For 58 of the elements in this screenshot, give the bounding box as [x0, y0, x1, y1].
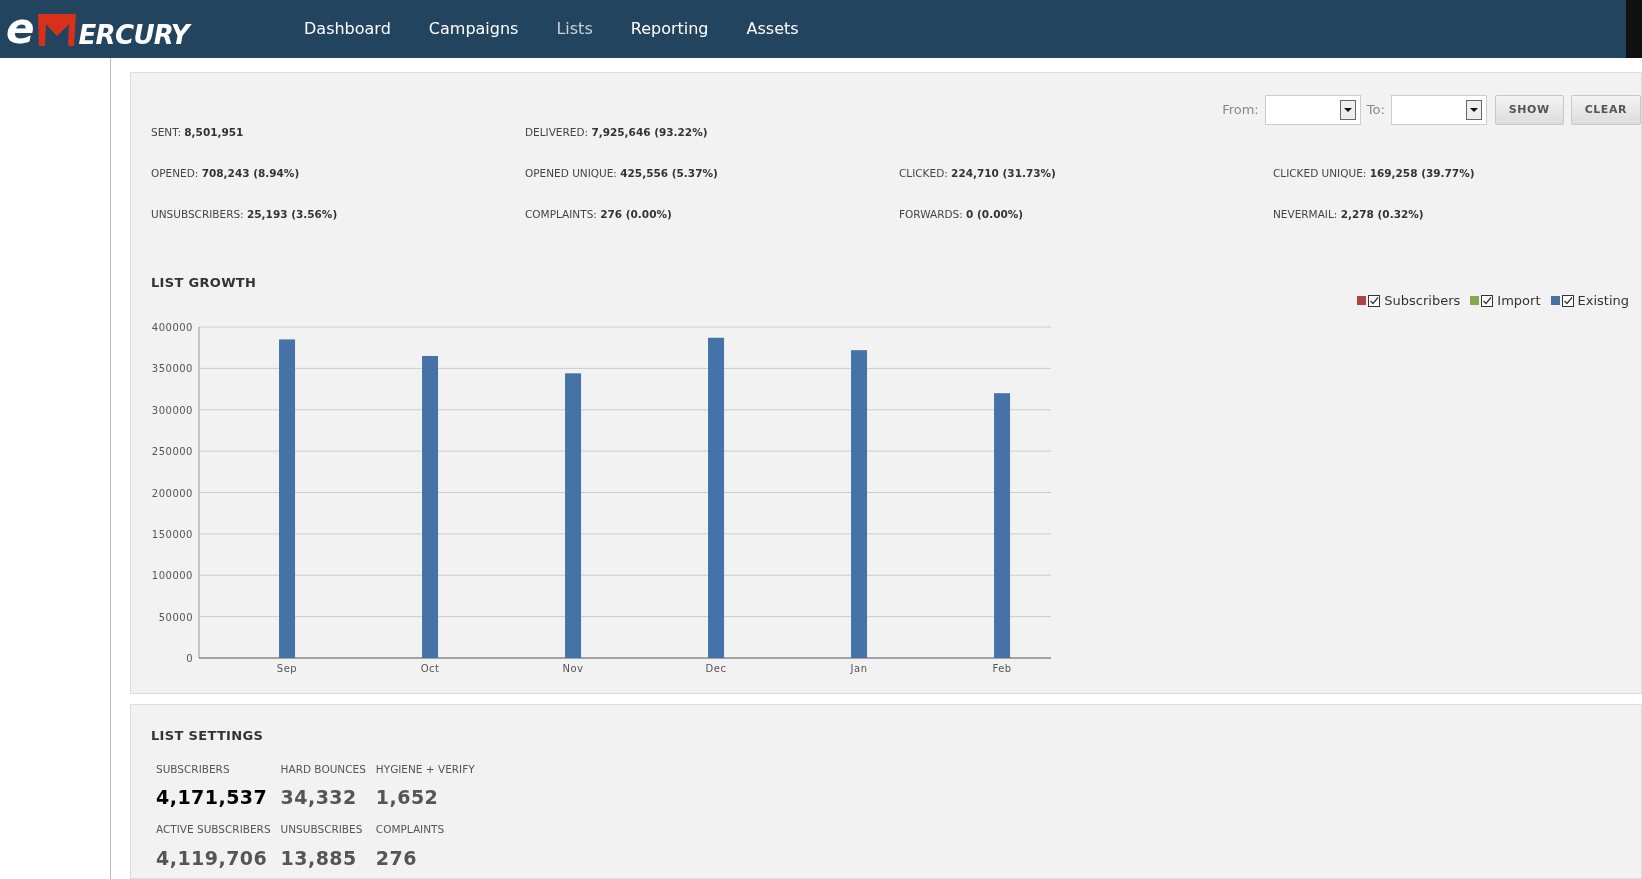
axis-tick-label: 400000	[151, 321, 193, 333]
from-label: From:	[1222, 101, 1259, 120]
axis-tick-label: 50000	[158, 611, 193, 623]
metric-label: UNSUBSCRIBES	[280, 821, 364, 837]
to-label: To:	[1366, 101, 1385, 120]
stat-text: OPENED: 708,243 (8.94%)	[151, 165, 301, 181]
axis-tick-label: Jan	[850, 662, 868, 674]
logo: e ERCURY	[6, 8, 190, 50]
stat-text: CLICKED UNIQUE: 169,258 (39.77%)	[1273, 165, 1476, 181]
metric-label: SUBSCRIBERS	[156, 761, 231, 777]
axis-tick-label: Sep	[276, 662, 298, 674]
stat-text: CLICKED: 224,710 (31.73%)	[899, 165, 1057, 181]
filter-button[interactable]: SHOW	[1494, 95, 1564, 125]
axis-tick-label: 300000	[151, 404, 193, 416]
legend-label[interactable]: Import	[1497, 291, 1541, 311]
legend-checkbox[interactable]	[1481, 294, 1494, 307]
section-title: LIST GROWTH	[151, 274, 258, 293]
metric-label: HARD BOUNCES	[280, 761, 366, 777]
axis-tick-label: 200000	[151, 487, 193, 499]
stat-text: COMPLAINTS: 276 (0.00%)	[525, 206, 673, 222]
axis-tick-label: 0	[186, 652, 193, 664]
from-dropdown[interactable]	[1264, 95, 1361, 125]
metric-value: 4,171,537	[156, 785, 269, 811]
axis-tick-label: Oct	[420, 662, 440, 674]
metric-label: ACTIVE SUBSCRIBERS	[156, 821, 271, 837]
stat-text: OPENED UNIQUE: 425,556 (5.37%)	[525, 165, 719, 181]
legend-checkbox[interactable]	[1561, 294, 1574, 307]
nav-tab[interactable]: Dashboard	[290, 13, 405, 45]
axis-tick-label: 350000	[151, 363, 193, 375]
metric-label: COMPLAINTS	[375, 821, 446, 837]
stat-text: NEVERMAIL: 2,278 (0.32%)	[1273, 206, 1425, 222]
filter-button[interactable]: CLEAR	[1570, 95, 1641, 125]
axis-tick-label: 150000	[151, 528, 193, 540]
metric-value: 1,652	[375, 785, 440, 811]
axis-tick-label: Dec	[705, 662, 727, 674]
nav-tab[interactable]: Assets	[732, 13, 813, 45]
metric-value: 13,885	[280, 845, 358, 871]
nav-tab[interactable]: Campaigns	[414, 13, 533, 45]
legend-label[interactable]: Subscribers	[1384, 291, 1461, 311]
metric-label: HYGIENE + VERIFY	[375, 761, 475, 777]
stat-text: SENT: 8,501,951	[151, 125, 245, 140]
edge-strip	[1626, 0, 1642, 58]
stat-text: DELIVERED: 7,925,646 (93.22%)	[525, 125, 709, 140]
stat-text: UNSUBSCRIBERS: 25,193 (3.56%)	[151, 206, 339, 222]
legend-label[interactable]: Existing	[1577, 291, 1629, 311]
to-dropdown[interactable]	[1390, 95, 1487, 125]
nav-tab[interactable]: Lists	[542, 13, 607, 45]
metric-value: 4,119,706	[156, 845, 269, 871]
metric-value: 34,332	[280, 785, 358, 811]
axis-tick-label: 100000	[151, 570, 193, 581]
metric-value: 276	[375, 845, 418, 871]
nav-tab[interactable]: Reporting	[616, 13, 723, 45]
axis-tick-label: 250000	[151, 445, 193, 457]
legend-checkbox[interactable]	[1368, 294, 1381, 307]
axis-tick-label: Feb	[992, 662, 1012, 674]
section-title: LIST SETTINGS	[151, 727, 265, 745]
axis-tick-label: Nov	[562, 662, 584, 674]
stat-text: FORWARDS: 0 (0.00%)	[899, 206, 1025, 222]
